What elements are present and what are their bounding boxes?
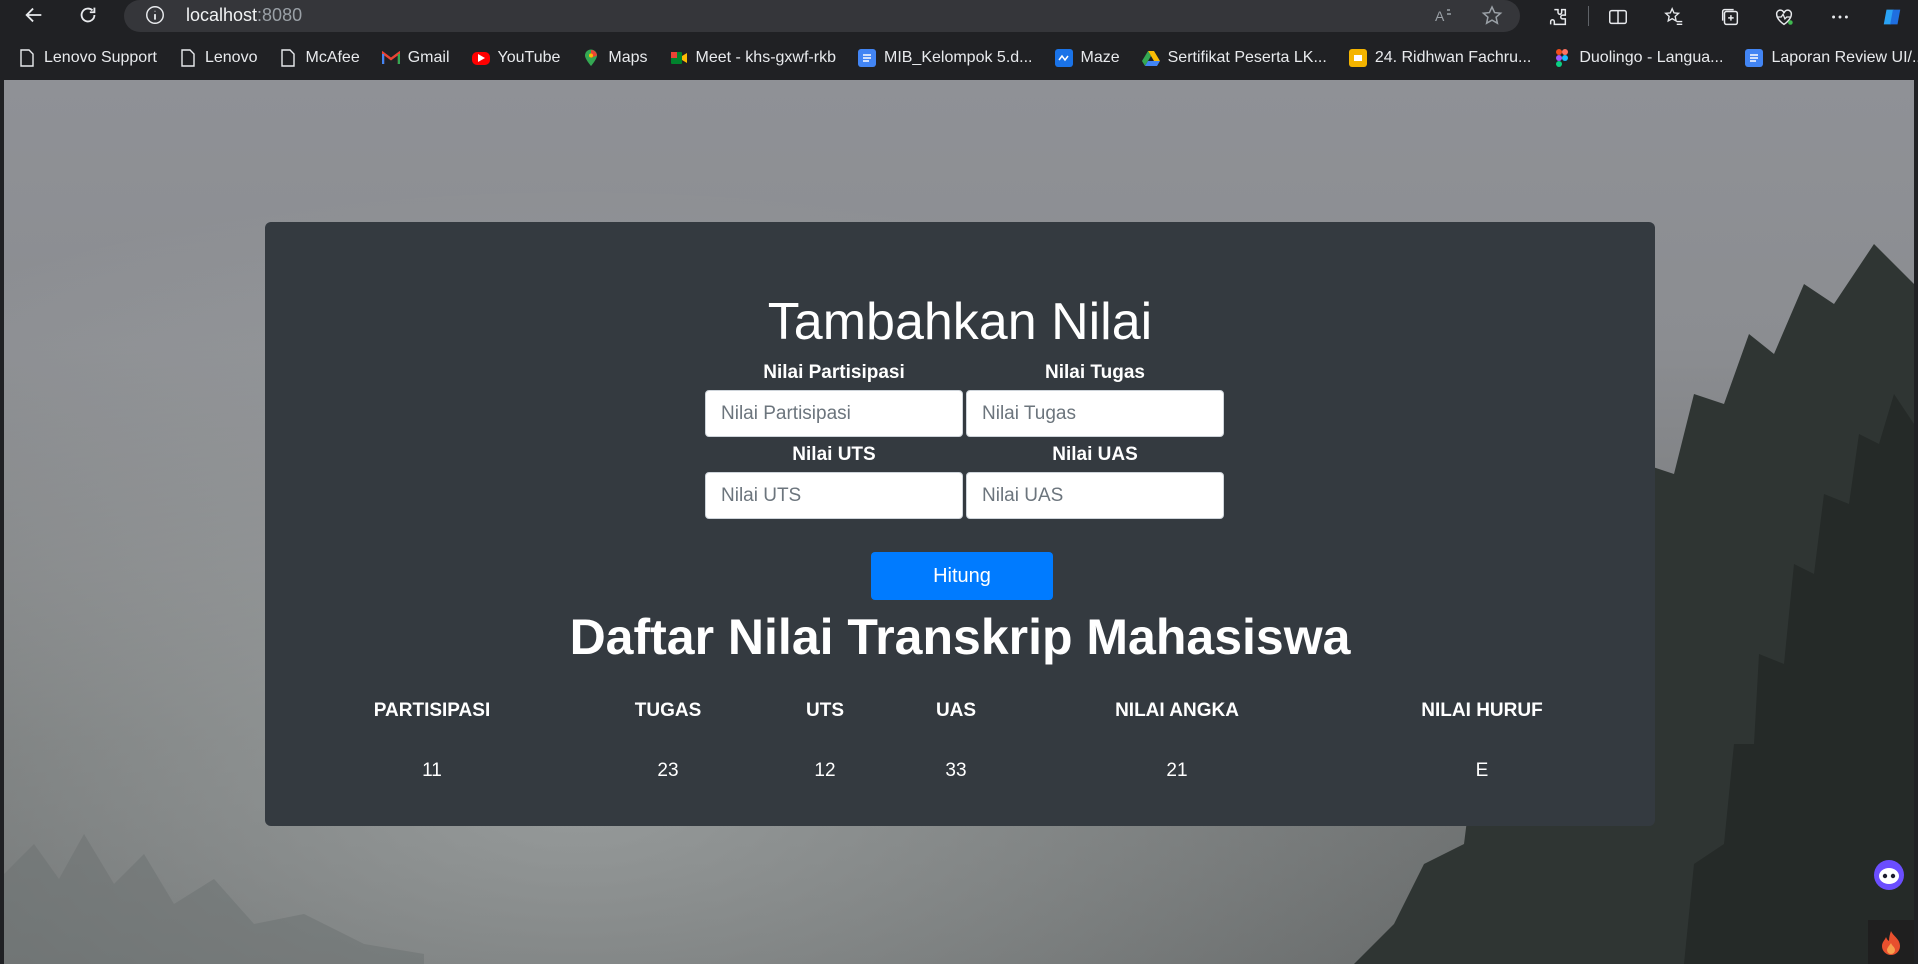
bookmark-label: 24. Ridhwan Fachru...	[1374, 49, 1532, 66]
url-text: localhost:8080	[186, 5, 302, 26]
bookmark-label: Meet - khs-gxwf-rkb	[695, 49, 836, 66]
address-bar[interactable]: localhost:8080 A	[124, 0, 1520, 32]
bookmark-meet[interactable]: Meet - khs-gxwf-rkb	[670, 49, 836, 67]
bookmark-sertifikat[interactable]: Sertifikat Peserta LK...	[1141, 49, 1327, 67]
cell-partisipasi: 11	[422, 760, 442, 781]
favorites-icon[interactable]	[1660, 3, 1688, 31]
bookmark-label: Duolingo - Langua...	[1579, 49, 1724, 66]
cell-uas: 33	[945, 760, 967, 781]
bookmark-gmail[interactable]: Gmail	[381, 49, 450, 67]
bookmark-label: Maze	[1080, 49, 1120, 66]
header-tugas: TUGAS	[634, 700, 702, 721]
bookmark-label: Gmail	[407, 49, 450, 66]
uts-label: Nilai UTS	[792, 444, 876, 465]
bookmark-mib-kelompok[interactable]: MIB_Kelompok 5.d...	[857, 49, 1033, 67]
refresh-icon[interactable]	[70, 0, 106, 30]
bookmark-laporan[interactable]: Laporan Review UI/...	[1745, 49, 1918, 67]
bookmark-label: McAfee	[305, 49, 360, 66]
toolbar-divider	[1588, 6, 1589, 26]
collections-icon[interactable]	[1716, 3, 1744, 31]
browser-essentials-icon[interactable]	[1770, 3, 1798, 31]
cell-nilai-angka: 21	[1166, 760, 1188, 781]
bookmark-label: Lenovo	[204, 49, 258, 66]
meet-icon	[670, 49, 688, 67]
grade-card: Tambahkan Nilai Nilai Partisipasi Nilai …	[265, 222, 1655, 826]
bookmark-maze[interactable]: Maze	[1054, 49, 1120, 67]
cell-nilai-huruf: E	[1475, 760, 1489, 781]
cell-tugas: 23	[657, 760, 679, 781]
assistant-bot-icon[interactable]	[1872, 858, 1906, 892]
flame-icon	[1882, 931, 1900, 955]
site-info-icon[interactable]	[144, 4, 166, 26]
url-host: localhost	[186, 5, 258, 25]
page-icon	[18, 49, 36, 67]
bookmark-label: MIB_Kelompok 5.d...	[883, 49, 1033, 66]
bookmark-label: YouTube	[497, 49, 561, 66]
back-icon[interactable]	[16, 0, 52, 30]
bookmark-lenovo-support[interactable]: Lenovo Support	[18, 49, 157, 67]
more-options-icon[interactable]	[1826, 3, 1854, 31]
gmail-icon	[381, 49, 400, 67]
transcript-title: Daftar Nilai Transkrip Mahasiswa	[569, 609, 1351, 665]
cell-uts: 12	[814, 760, 836, 781]
bookmark-label: Laporan Review UI/...	[1771, 49, 1918, 66]
bookmark-duolingo[interactable]: Duolingo - Langua...	[1553, 49, 1723, 67]
form-title: Tambahkan Nilai	[767, 293, 1153, 351]
bookmark-label: Maps	[608, 49, 648, 66]
slides-icon	[1348, 49, 1367, 67]
bookmark-label: Sertifikat Peserta LK...	[1167, 49, 1327, 66]
page-icon	[279, 49, 297, 67]
header-nilai-huruf: NILAI HURUF	[1421, 700, 1543, 721]
header-nilai-angka: NILAI ANGKA	[1115, 700, 1239, 721]
docs-icon	[857, 49, 876, 67]
header-partisipasi: PARTISIPASI	[373, 700, 491, 721]
svg-text:A: A	[1435, 8, 1445, 24]
uas-input[interactable]	[966, 472, 1224, 519]
maze-icon	[1054, 49, 1073, 67]
docs-icon	[1745, 49, 1764, 67]
bookmark-lenovo[interactable]: Lenovo	[179, 49, 258, 67]
maps-icon	[582, 49, 600, 67]
browser-toolbar: localhost:8080 A	[0, 0, 1918, 36]
bookmark-mcafee[interactable]: McAfee	[279, 49, 360, 67]
url-port: :8080	[257, 5, 303, 25]
bookmarks-bar: Lenovo Support Lenovo McAfee Gmail YouTu…	[0, 36, 1918, 80]
bookmark-youtube[interactable]: YouTube	[471, 49, 561, 67]
uas-label: Nilai UAS	[1052, 444, 1138, 465]
tugas-input[interactable]	[966, 390, 1224, 437]
bookmark-ridhwan[interactable]: 24. Ridhwan Fachru...	[1348, 49, 1532, 67]
tugas-label: Nilai Tugas	[1045, 362, 1145, 383]
corner-widget[interactable]	[1868, 920, 1914, 964]
extensions-icon[interactable]	[1544, 3, 1572, 31]
drive-icon	[1141, 49, 1160, 67]
read-aloud-icon[interactable]: A	[1432, 4, 1456, 28]
bookmark-maps[interactable]: Maps	[582, 49, 648, 67]
favorite-star-icon[interactable]	[1480, 4, 1504, 28]
header-uas: UAS	[935, 700, 977, 721]
youtube-icon	[471, 51, 490, 65]
bookmark-label: Lenovo Support	[44, 49, 157, 66]
hitung-button[interactable]: Hitung	[871, 552, 1053, 600]
figma-icon	[1553, 49, 1571, 67]
page-icon	[179, 49, 197, 67]
partisipasi-input[interactable]	[705, 390, 963, 437]
header-uts: UTS	[806, 700, 844, 721]
uts-input[interactable]	[705, 472, 963, 519]
copilot-icon[interactable]	[1878, 3, 1906, 31]
split-screen-icon[interactable]	[1604, 3, 1632, 31]
partisipasi-label: Nilai Partisipasi	[763, 362, 905, 383]
page-viewport: Tambahkan Nilai Nilai Partisipasi Nilai …	[4, 80, 1914, 964]
